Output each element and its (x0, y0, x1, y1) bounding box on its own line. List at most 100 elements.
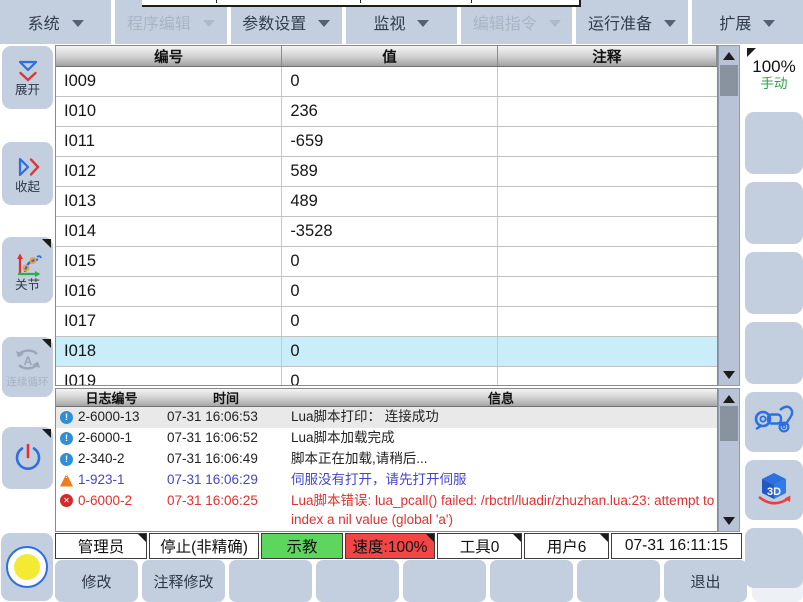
menu-item-label: 程序编辑 (126, 16, 191, 33)
row-number-cell: I019 (56, 367, 283, 385)
table-row[interactable]: I018 0 (56, 337, 717, 367)
row-value-cell: 0 (282, 247, 498, 276)
scrollbar-thumb[interactable] (720, 406, 738, 441)
log-time-cell: 07-31 16:06:53 (167, 409, 258, 424)
row-value-cell: 489 (282, 187, 498, 216)
row-value-cell: 0 (282, 367, 498, 385)
log-row[interactable]: ! 2-340-2 07-31 16:06:49 脚本正在加载,请稍后... (56, 449, 717, 470)
log-code-cell: ✕ 0-6000-2 (56, 491, 167, 510)
collapse-button[interactable]: 收起 (2, 142, 53, 205)
table-row[interactable]: I010 236 (56, 97, 717, 127)
table-row[interactable]: I015 0 (56, 247, 717, 277)
scroll-down-icon[interactable] (719, 513, 739, 529)
table-row[interactable]: I011 -659 (56, 127, 717, 157)
log-code-cell: !2-6000-13 (56, 529, 167, 531)
speed-badge[interactable]: 速度:100% (345, 533, 435, 559)
info-icon: ! (60, 431, 73, 445)
menu-item-7[interactable]: 扩展 (691, 0, 803, 44)
log-code-cell: ! 2-6000-1 (56, 428, 167, 448)
log-column-header: 时间 (212, 391, 239, 406)
row-number-cell: I016 (56, 277, 283, 306)
row-number-cell: I014 (56, 217, 283, 246)
table-row[interactable]: I014 -3528 (56, 217, 717, 247)
log-row[interactable]: ! 2-6000-13 07-31 16:06:53 Lua脚本打印： 连接成功 (56, 407, 717, 428)
warning-icon: ! (60, 473, 73, 487)
joint-label: 关节 (14, 278, 40, 292)
row-comment-cell (498, 217, 717, 246)
scroll-up-icon[interactable] (719, 48, 739, 64)
chevron-down-icon (417, 19, 430, 27)
scroll-down-icon[interactable] (719, 367, 739, 383)
tool-badge[interactable]: 工具0 (437, 533, 522, 559)
menu-item-6[interactable]: 运行准备 (576, 0, 688, 44)
row-number-cell: I010 (56, 97, 283, 126)
speed-mode-button[interactable]: 100% 手动 (745, 46, 803, 103)
view-3d-button[interactable]: 3D (745, 460, 803, 520)
expand-button[interactable]: 展开 (2, 46, 53, 109)
row-number-cell: I009 (56, 67, 283, 96)
table-row[interactable]: I009 0 (56, 67, 717, 97)
log-time-cell: 07-31 16:06:11 (167, 529, 285, 531)
table-row[interactable]: I017 0 (56, 307, 717, 337)
right-soft-button-1[interactable] (745, 112, 803, 174)
hand-guide-robot-icon (754, 405, 794, 433)
row-number-cell: I012 (56, 157, 283, 186)
menu-item-label: 编辑指令 (472, 16, 537, 33)
function-key-4[interactable] (316, 560, 399, 602)
table-row[interactable]: I019 0 (56, 367, 717, 385)
right-soft-button-4[interactable] (745, 322, 803, 384)
clock-display: 07-31 16:11:15 (611, 533, 742, 559)
function-key-8[interactable]: 退出 (664, 560, 747, 602)
table-row[interactable]: I016 0 (56, 277, 717, 307)
menu-item-1[interactable]: 系统 (0, 0, 112, 44)
scrollbar-thumb[interactable] (720, 65, 738, 96)
log-time-cell: 07-31 16:06:25 (167, 493, 258, 508)
row-value-cell: 0 (282, 277, 498, 306)
log-code-cell: ! 2-340-2 (56, 449, 167, 469)
right-soft-button-3[interactable] (745, 252, 803, 314)
log-row[interactable]: ! 2-6000-1 07-31 16:06:52 Lua脚本加载完成 (56, 428, 717, 449)
user-frame-badge[interactable]: 用户6 (524, 533, 609, 559)
log-row[interactable]: ! 1-923-1 07-31 16:06:29 伺服没有打开，请先打开伺服 (56, 470, 717, 491)
right-soft-button-2[interactable] (745, 182, 803, 244)
table-row[interactable]: I012 589 (56, 157, 717, 187)
log-column-header: 日志编号 (85, 391, 138, 406)
menu-item-label: 系统 (27, 16, 60, 33)
log-message-cell: Lua脚本打印： 连接成功 (291, 409, 439, 424)
motion-state-badge: 停止(非精确) (149, 533, 259, 559)
continuous-loop-icon: A (15, 349, 40, 370)
function-key-3[interactable] (229, 560, 312, 602)
log-row[interactable]: !2-6000-1307-31 16:06:11Lua脚本打印： 连接成功 (56, 529, 717, 531)
row-value-cell: 0 (282, 67, 498, 96)
table-scrollbar[interactable] (718, 45, 740, 386)
enable-indicator-button[interactable] (1, 533, 53, 601)
row-comment-cell (498, 247, 717, 276)
joint-coordinate-button[interactable]: 关节 (2, 237, 53, 303)
row-value-cell: -659 (282, 127, 498, 156)
user-level-badge[interactable]: 管理员 (55, 533, 147, 559)
function-key-7[interactable] (577, 560, 660, 602)
row-comment-cell (498, 97, 717, 126)
chevron-down-icon (763, 19, 776, 27)
row-comment-cell (498, 187, 717, 216)
table-row[interactable]: I013 489 (56, 187, 717, 217)
servo-power-button[interactable] (2, 427, 53, 489)
row-number-cell: I013 (56, 187, 283, 216)
info-icon: ! (60, 410, 73, 424)
menu-item-label: 扩展 (719, 16, 752, 33)
speed-percent-label: 100% (752, 57, 796, 76)
column-header: 编号 (56, 46, 283, 66)
log-scrollbar[interactable] (718, 388, 740, 532)
row-value-cell: -3528 (282, 217, 498, 246)
drag-teach-button[interactable] (745, 392, 803, 452)
function-key-2[interactable]: 注释修改 (142, 560, 225, 602)
log-row[interactable]: ✕ 0-6000-2 07-31 16:06:25 Lua脚本错误: lua_pcal… (56, 491, 717, 529)
chevron-down-icon (548, 19, 561, 27)
row-number-cell: I015 (56, 247, 283, 276)
scroll-up-icon[interactable] (719, 391, 739, 407)
info-icon: ! (60, 452, 73, 466)
right-soft-button-5[interactable] (745, 528, 803, 588)
function-key-5[interactable] (403, 560, 486, 602)
function-key-6[interactable] (490, 560, 573, 602)
function-key-1[interactable]: 修改 (55, 560, 138, 602)
